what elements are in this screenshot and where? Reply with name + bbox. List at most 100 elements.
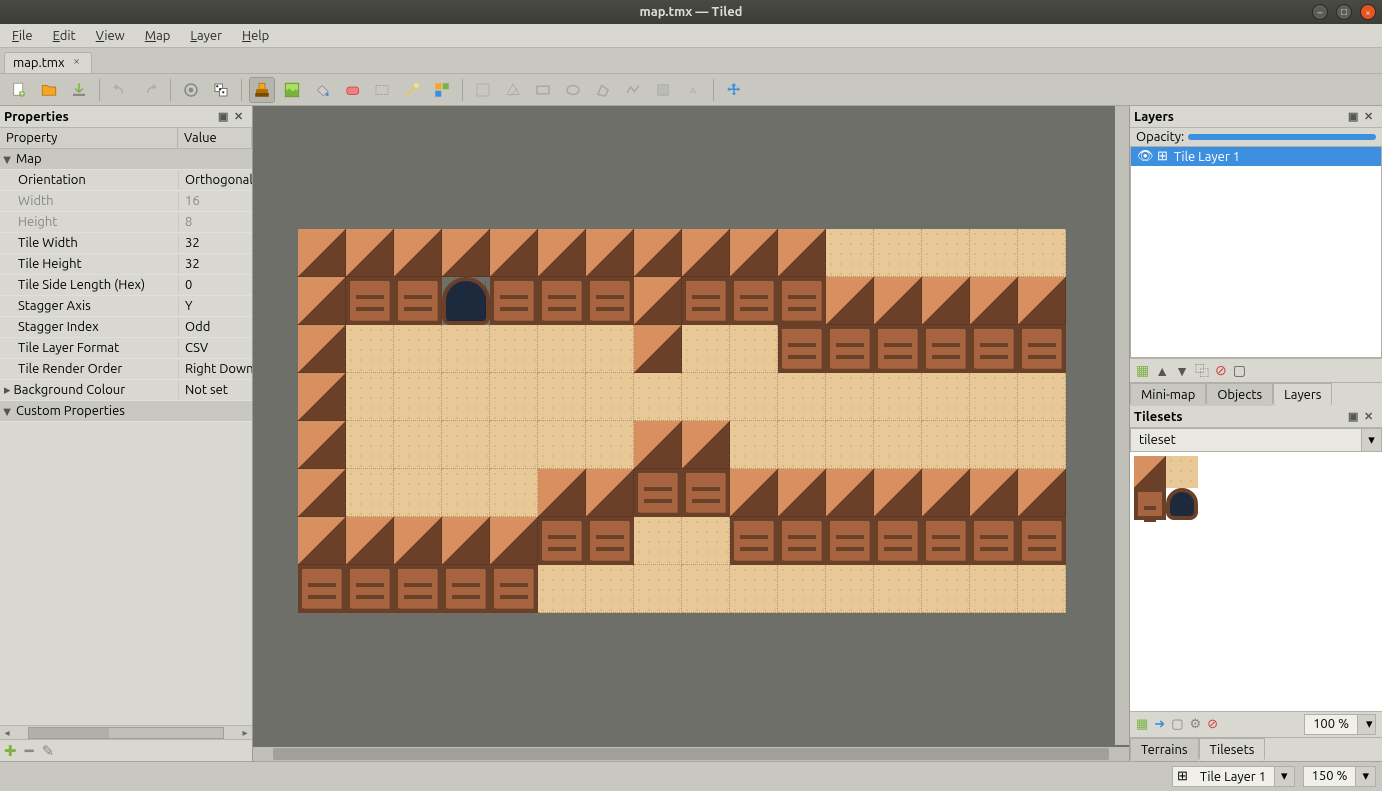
eraser-button[interactable] [339,77,365,103]
tileset-tile[interactable] [1134,488,1166,520]
menu-map[interactable]: Map [135,26,181,46]
map-tile[interactable] [394,277,442,325]
canvas-vscroll[interactable] [1115,106,1129,745]
stamp-brush-button[interactable] [249,77,275,103]
map-tile[interactable] [1018,565,1066,613]
map-tile[interactable] [970,421,1018,469]
map-tile[interactable] [874,373,922,421]
status-layer-selector[interactable]: ⊞ Tile Layer 1 ▾ [1172,766,1295,787]
map-tile[interactable] [346,229,394,277]
map-tile[interactable] [778,517,826,565]
menu-view[interactable]: View [86,26,135,46]
map-tile[interactable] [1018,421,1066,469]
add-property-icon[interactable]: ✚ [4,742,17,760]
map-tile[interactable] [394,469,442,517]
new-tileset-icon[interactable]: ▦ [1136,717,1148,732]
map-tile[interactable] [346,421,394,469]
map-tile[interactable] [970,229,1018,277]
map-tile[interactable] [682,325,730,373]
map-tile[interactable] [874,565,922,613]
map-tile[interactable] [442,469,490,517]
map-tile[interactable] [346,565,394,613]
map-tile[interactable] [826,373,874,421]
delete-layer-icon[interactable]: ⊘ [1215,362,1227,379]
map-tile[interactable] [778,373,826,421]
map-tile[interactable] [1018,469,1066,517]
export-tileset-icon[interactable]: ▢ [1171,717,1183,732]
insert-rectangle-button[interactable] [530,77,556,103]
select-objects-button[interactable] [470,77,496,103]
tileset-tile[interactable] [1134,456,1166,488]
map-tile[interactable] [442,373,490,421]
map-tile[interactable] [922,325,970,373]
map-tile[interactable] [442,421,490,469]
map-tile[interactable] [970,517,1018,565]
map-tile[interactable] [874,325,922,373]
map-tile[interactable] [490,277,538,325]
map-tile[interactable] [730,565,778,613]
map-tile[interactable] [634,421,682,469]
map-tile[interactable] [922,469,970,517]
map-tile[interactable] [586,421,634,469]
minimize-button[interactable]: – [1312,4,1328,20]
map-tile[interactable] [538,277,586,325]
map-tile[interactable] [778,229,826,277]
map-tile[interactable] [634,517,682,565]
map-tile[interactable] [298,277,346,325]
panel-close-icon[interactable]: ✕ [1364,110,1378,124]
map-tile[interactable] [298,517,346,565]
map-tile[interactable] [826,421,874,469]
layer-list[interactable]: 👁 ⊞ Tile Layer 1 [1130,146,1382,358]
prop-render-order[interactable]: Tile Render OrderRight Down [0,359,252,380]
map-tile[interactable] [346,517,394,565]
command-button[interactable] [178,77,204,103]
tab-close-icon[interactable]: × [71,57,83,69]
insert-polyline-button[interactable] [620,77,646,103]
tileset-tile[interactable] [1166,456,1198,488]
tileset-tile[interactable] [1166,488,1198,520]
dropdown-arrow-icon[interactable]: ▾ [1357,715,1375,734]
edit-polygons-button[interactable] [500,77,526,103]
map-tile[interactable] [778,565,826,613]
dropdown-arrow-icon[interactable]: ▾ [1274,767,1294,786]
map-tile[interactable] [970,469,1018,517]
tab-terrains[interactable]: Terrains [1130,738,1199,761]
prop-tile-width[interactable]: Tile Width32 [0,233,252,254]
panel-undock-icon[interactable]: ▣ [218,110,232,124]
map-tile[interactable] [538,517,586,565]
map-tile[interactable] [1018,373,1066,421]
map-tile[interactable] [298,325,346,373]
map-viewport[interactable] [253,106,1129,761]
map-tile[interactable] [1018,229,1066,277]
map-tile[interactable] [634,373,682,421]
menu-help[interactable]: Help [232,26,279,46]
map-tile[interactable] [634,229,682,277]
map-tile[interactable] [682,229,730,277]
map-tile[interactable] [298,229,346,277]
move-down-icon[interactable]: ▼ [1175,363,1189,379]
new-layer-icon[interactable]: ▦ [1136,362,1149,379]
map-tile[interactable] [298,565,346,613]
map-tile[interactable] [538,469,586,517]
map-tile[interactable] [394,373,442,421]
maximize-button[interactable]: □ [1336,4,1352,20]
map-tile[interactable] [922,421,970,469]
prop-bg-colour[interactable]: ▸ Background ColourNot set [0,380,252,401]
status-zoom[interactable]: 150 % ▾ [1303,766,1376,787]
prop-orientation[interactable]: OrientationOrthogonal [0,170,252,191]
map-tile[interactable] [442,229,490,277]
map-tile[interactable] [634,325,682,373]
map-tile[interactable] [874,421,922,469]
rectangle-select-button[interactable] [369,77,395,103]
tileset-props-icon[interactable]: ⚙ [1190,717,1202,732]
tileset-preview[interactable] [1130,452,1382,711]
map-tile[interactable] [490,325,538,373]
undo-button[interactable] [107,77,133,103]
canvas-hscroll[interactable] [253,747,1129,761]
map-tile[interactable] [442,565,490,613]
map-tile[interactable] [970,565,1018,613]
menu-file[interactable]: File [2,26,43,46]
map-tile[interactable] [730,373,778,421]
map-tile[interactable] [730,229,778,277]
map-tile[interactable] [538,325,586,373]
